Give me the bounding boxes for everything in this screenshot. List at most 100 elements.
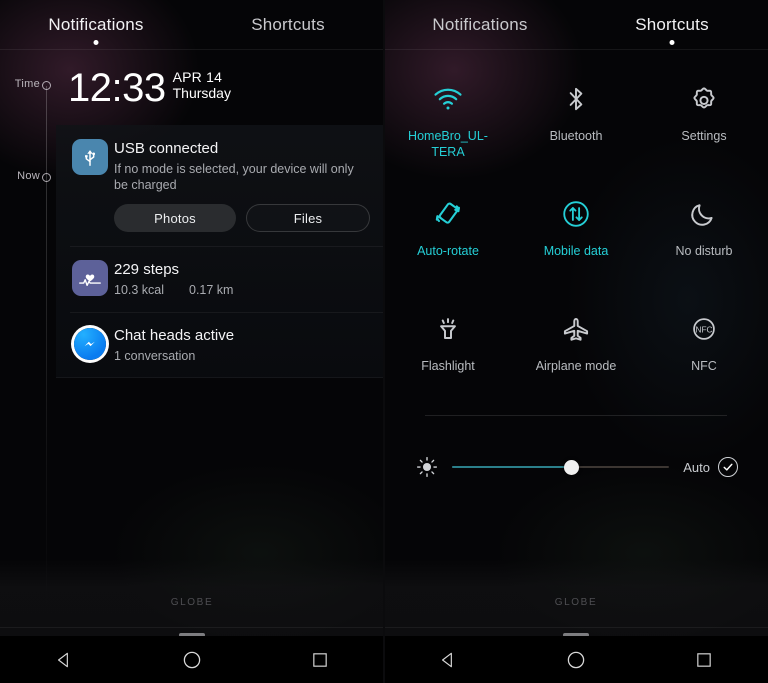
- timeline-rail: Time Now: [0, 50, 56, 610]
- navigation-bar: [0, 636, 384, 683]
- shortcut-nfc[interactable]: NFC NFC: [640, 292, 768, 393]
- notification-body: If no mode is selected, your device will…: [114, 162, 354, 192]
- shortcut-nfc-label: NFC: [691, 359, 717, 373]
- notifications-panel: Notifications Shortcuts Time Now 12:33 A: [0, 0, 384, 683]
- clock-weekday: Thursday: [172, 85, 231, 101]
- home-button[interactable]: [128, 649, 256, 671]
- recents-square-icon: [697, 652, 711, 667]
- notification-health[interactable]: 229 steps 10.3 kcal 0.17 km: [56, 246, 384, 312]
- airplane-icon: [560, 308, 592, 350]
- shortcut-bluetooth[interactable]: Bluetooth: [512, 62, 640, 163]
- lockscreen-clock: 12:33 APR 14 Thursday: [68, 66, 231, 110]
- tab-active-dot: [93, 40, 99, 45]
- usb-icon: [72, 139, 108, 175]
- auto-brightness-label: Auto: [683, 459, 710, 475]
- shortcut-airplane-mode-label: Airplane mode: [535, 359, 617, 373]
- notification-usb[interactable]: USB connected If no mode is selected, yo…: [56, 125, 384, 246]
- mobile-data-icon: [561, 193, 591, 235]
- tab-notifications[interactable]: Notifications: [384, 15, 576, 35]
- clock-date: APR 14: [172, 69, 223, 85]
- auto-rotate-icon: [433, 193, 463, 235]
- shortcut-grid: HomeBro_UL-TERA Bluetooth Settings Auto-…: [384, 62, 768, 393]
- shortcut-wifi-label: HomeBro_UL-TERA: [408, 129, 488, 159]
- nfc-icon: NFC: [689, 308, 719, 350]
- back-button[interactable]: [0, 650, 128, 670]
- shortcut-airplane-mode[interactable]: Airplane mode: [512, 292, 640, 393]
- brightness-slider[interactable]: [452, 458, 670, 476]
- shortcut-flashlight-label: Flashlight: [421, 359, 475, 373]
- notification-messenger[interactable]: Chat heads active 1 conversation: [56, 312, 384, 378]
- shortcut-settings[interactable]: Settings: [640, 62, 768, 163]
- recents-button[interactable]: [640, 650, 768, 670]
- tab-notifications-label: Notifications: [48, 15, 144, 34]
- tab-notifications-label: Notifications: [432, 15, 528, 34]
- moon-icon: [689, 193, 719, 235]
- health-distance: 0.17 km: [189, 283, 234, 297]
- flashlight-icon: [433, 308, 463, 350]
- clock-time: 12:33: [68, 66, 166, 110]
- panel-tabbar-right: Notifications Shortcuts: [384, 0, 768, 50]
- photos-button[interactable]: Photos: [114, 204, 236, 232]
- tab-shortcuts[interactable]: Shortcuts: [192, 15, 384, 35]
- slider-fill: [452, 466, 572, 468]
- shortcut-mobile-data-label: Mobile data: [543, 244, 609, 258]
- files-button[interactable]: Files: [246, 204, 370, 232]
- timeline-now-ring-icon: [42, 173, 51, 182]
- back-triangle-icon: [58, 652, 68, 667]
- recents-square-icon: [313, 652, 327, 667]
- notification-title: Chat heads active: [114, 327, 235, 344]
- brightness-row: Auto: [384, 450, 768, 484]
- home-circle-icon: [183, 651, 201, 668]
- tab-shortcuts-label: Shortcuts: [635, 15, 709, 34]
- health-heartbeat-icon: [72, 260, 108, 296]
- bluetooth-icon: [563, 78, 589, 120]
- tab-notifications[interactable]: Notifications: [0, 15, 192, 45]
- notification-title: USB connected: [114, 140, 219, 157]
- shortcuts-panel: Notifications Shortcuts HomeBro_UL-TERA: [384, 0, 768, 683]
- check-icon: [723, 463, 733, 471]
- shortcut-mobile-data[interactable]: Mobile data: [512, 177, 640, 278]
- notification-body: 1 conversation: [114, 349, 196, 363]
- shortcut-no-disturb[interactable]: No disturb: [640, 177, 768, 278]
- dual-screenshot: Notifications Shortcuts Time Now 12:33 A: [0, 0, 768, 683]
- home-button[interactable]: [512, 649, 640, 671]
- health-kcal: 10.3 kcal: [114, 283, 165, 297]
- shortcut-wifi[interactable]: HomeBro_UL-TERA: [384, 62, 512, 163]
- carrier-watermark: GLOBE: [170, 597, 214, 608]
- gear-icon: [689, 78, 719, 120]
- messenger-icon: [74, 328, 106, 360]
- timeline-now-label: Now: [17, 170, 40, 182]
- timeline-time-ring-icon: [42, 81, 51, 90]
- timeline-marker-now: Now: [0, 170, 56, 185]
- panel-tabbar-left: Notifications Shortcuts: [0, 0, 384, 50]
- timeline-rail-line: [46, 86, 47, 610]
- wifi-icon: [433, 78, 463, 120]
- recents-button[interactable]: [256, 650, 384, 670]
- carrier-watermark: GLOBE: [554, 597, 598, 608]
- brightness-icon: [414, 456, 440, 478]
- shortcuts-divider: [425, 415, 727, 416]
- shortcut-auto-rotate-label: Auto-rotate: [417, 244, 479, 258]
- shortcut-bluetooth-label: Bluetooth: [549, 129, 603, 143]
- shortcut-settings-label: Settings: [681, 129, 727, 143]
- notification-list: USB connected If no mode is selected, yo…: [56, 125, 384, 378]
- navigation-bar: [384, 636, 768, 683]
- notification-actions: Photos Files: [114, 204, 370, 232]
- auto-brightness-checkbox[interactable]: [718, 457, 738, 477]
- tab-shortcuts[interactable]: Shortcuts: [576, 15, 768, 45]
- screenshot-seam: [383, 0, 385, 683]
- svg-text:NFC: NFC: [695, 324, 712, 334]
- timeline-time-label: Time: [14, 78, 40, 90]
- slider-thumb[interactable]: [564, 460, 580, 475]
- tab-active-dot: [669, 40, 675, 45]
- back-button[interactable]: [384, 650, 512, 670]
- back-triangle-icon: [442, 652, 452, 667]
- shortcut-auto-rotate[interactable]: Auto-rotate: [384, 177, 512, 278]
- home-circle-icon: [567, 651, 585, 668]
- timeline-marker-time: Time: [0, 78, 56, 93]
- shortcut-flashlight[interactable]: Flashlight: [384, 292, 512, 393]
- shade-bottom-edge: [0, 627, 384, 628]
- shade-bottom-edge: [384, 627, 768, 628]
- clock-date-block: APR 14 Thursday: [173, 66, 231, 102]
- notification-body: 10.3 kcal 0.17 km: [114, 282, 370, 298]
